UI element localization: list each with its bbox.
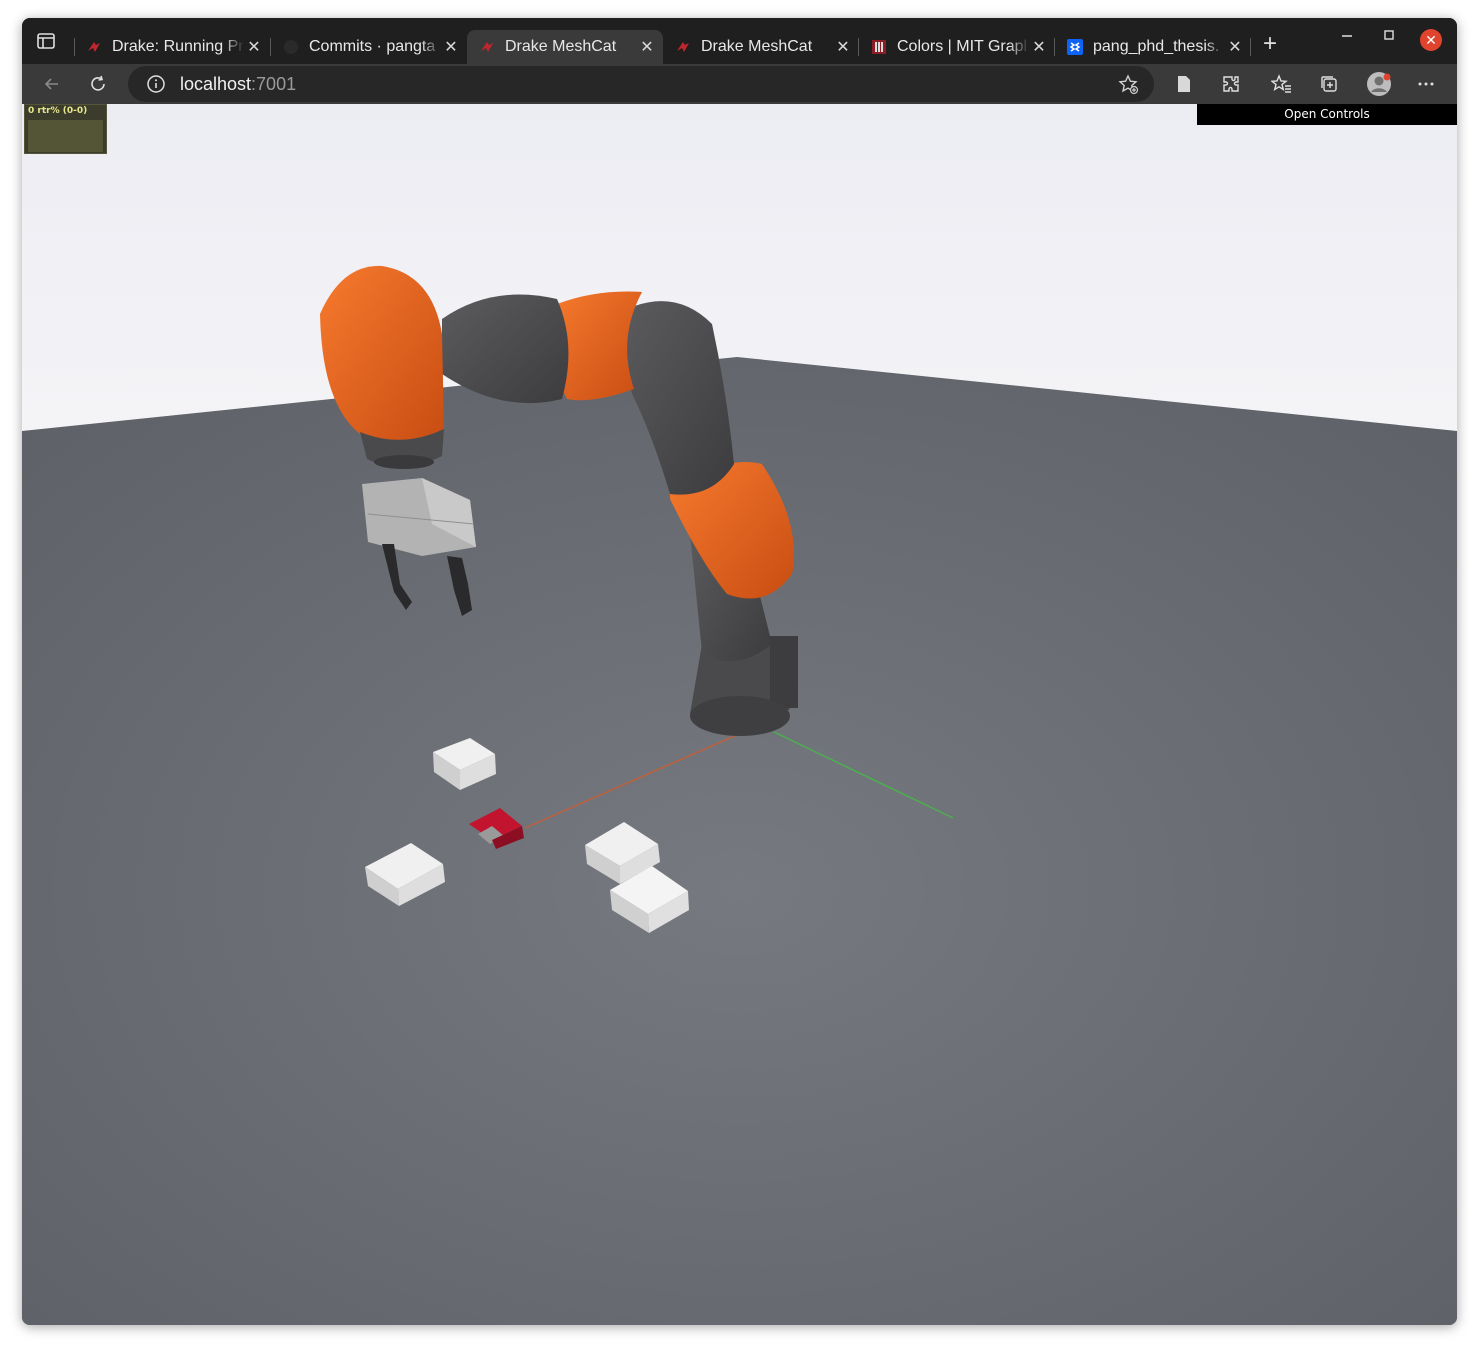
minimize-button[interactable] [1335,28,1359,47]
tab-title: Drake MeshCat [701,38,813,55]
site-info-icon[interactable] [146,74,166,94]
reading-view-icon[interactable] [1172,72,1196,96]
close-icon[interactable]: ✕ [637,37,657,57]
close-icon[interactable]: ✕ [441,37,461,57]
close-icon[interactable]: ✕ [1029,37,1049,57]
profile-avatar-icon[interactable] [1365,70,1393,98]
open-controls-button[interactable]: Open Controls [1197,104,1457,125]
tab-drake-running[interactable]: Drake: Running Pr ✕ [74,30,270,64]
tab-drake-meshcat-active[interactable]: Drake MeshCat ✕ [467,30,663,64]
3d-scene[interactable] [22,104,1457,1325]
meshcat-viewport[interactable]: 0 rtr% (0-0) Open Controls [22,104,1457,1325]
drake-icon [86,39,102,55]
collections-icon[interactable] [1317,72,1341,96]
new-tab-button[interactable]: + [1258,32,1282,56]
tab-actions-icon[interactable] [36,32,58,52]
drake-icon [479,39,495,55]
browser-window: Drake: Running Pr ✕ Commits · pangta ✕ D… [22,18,1457,1325]
maximize-button[interactable] [1377,28,1401,47]
tab-title: Drake: Running Pr [112,38,244,55]
stats-panel[interactable]: 0 rtr% (0-0) [24,104,107,154]
drake-icon [675,39,691,55]
tab-colors-mit[interactable]: Colors | MIT Grapl ✕ [859,30,1055,64]
browser-toolbar: localhost:7001 [22,64,1457,104]
url-port: :7001 [251,74,297,94]
more-options-icon[interactable] [1414,72,1438,96]
dropbox-icon [1067,39,1083,55]
stats-label: 0 rtr% (0-0) [28,106,88,116]
tab-commits[interactable]: Commits · pangta ✕ [271,30,467,64]
window-close-button[interactable]: ✕ [1420,29,1442,51]
mit-icon [871,39,887,55]
back-arrow-icon[interactable] [40,72,64,96]
close-icon[interactable]: ✕ [833,37,853,57]
tab-title: pang_phd_thesis. [1093,38,1220,55]
tab-title: Commits · pangta [309,38,436,55]
tab-title: Drake MeshCat [505,38,617,55]
reload-icon[interactable] [86,72,110,96]
close-icon[interactable]: ✕ [1225,37,1245,57]
add-favorite-icon[interactable] [1118,74,1140,96]
close-icon[interactable]: ✕ [244,37,264,57]
url-text[interactable]: localhost:7001 [180,74,296,95]
github-icon [283,39,299,55]
favorites-icon[interactable] [1270,72,1294,96]
tab-bar: Drake: Running Pr ✕ Commits · pangta ✕ D… [22,18,1457,64]
tab-pang-thesis[interactable]: pang_phd_thesis. ✕ [1055,30,1251,64]
tab-drake-meshcat[interactable]: Drake MeshCat ✕ [663,30,859,64]
tab-title: Colors | MIT Grapl [897,38,1028,55]
url-host: localhost [180,74,252,94]
stats-graph [28,120,103,152]
tab-separator [1250,38,1251,56]
address-bar[interactable]: localhost:7001 [128,66,1154,102]
extensions-icon[interactable] [1219,72,1243,96]
